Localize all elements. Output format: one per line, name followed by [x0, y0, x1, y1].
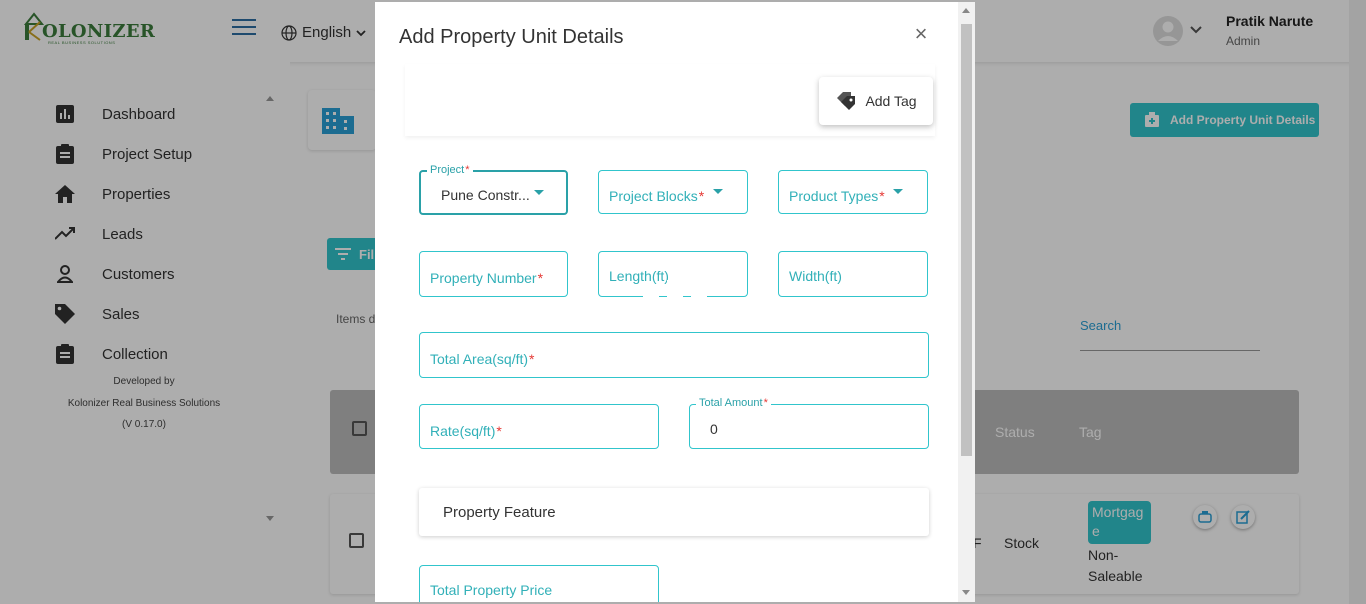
- dropdown-arrow-icon: [893, 189, 903, 194]
- width-input[interactable]: Width(ft): [778, 251, 928, 297]
- total-area-input[interactable]: Total Area(sq/ft) *: [419, 332, 929, 378]
- total-amount-value: 0: [710, 420, 718, 437]
- property-number-input[interactable]: Property Number *: [419, 251, 568, 297]
- property-feature-panel[interactable]: Property Feature: [419, 488, 929, 536]
- rate-placeholder: Rate(sq/ft) *: [430, 422, 502, 439]
- tags-icon: [837, 92, 856, 110]
- dropdown-arrow-icon: [534, 190, 544, 195]
- total-amount-input[interactable]: Total Amount* 0: [689, 397, 929, 449]
- total-area-placeholder: Total Area(sq/ft) *: [430, 351, 535, 367]
- modal-scroll-up[interactable]: [962, 8, 970, 13]
- project-blocks-select[interactable]: Project Blocks *: [598, 170, 748, 214]
- product-types-select[interactable]: Product Types *: [778, 170, 928, 214]
- property-feature-label: Property Feature: [443, 503, 556, 521]
- modal-scroll-down[interactable]: [962, 590, 970, 595]
- width-placeholder: Width(ft): [789, 268, 842, 284]
- rate-input[interactable]: Rate(sq/ft) *: [419, 404, 659, 449]
- modal-scrollbar-thumb[interactable]: [961, 24, 972, 456]
- property-number-placeholder: Property Number *: [430, 270, 544, 286]
- project-blocks-placeholder: Project Blocks *: [609, 188, 705, 204]
- loading-spinner-icon: [643, 277, 707, 327]
- product-types-placeholder: Product Types *: [789, 188, 885, 204]
- project-value: Pune Constr...: [441, 186, 530, 203]
- add-tag-button[interactable]: Add Tag: [819, 77, 933, 125]
- total-property-price-input[interactable]: Total Property Price: [419, 565, 659, 602]
- total-amount-label: Total Amount*: [696, 397, 771, 409]
- total-property-price-placeholder: Total Property Price: [430, 582, 553, 598]
- add-tag-label: Add Tag: [865, 93, 917, 109]
- modal-title: Add Property Unit Details: [399, 26, 624, 48]
- close-icon[interactable]: ×: [911, 23, 931, 45]
- dropdown-arrow-icon: [713, 189, 723, 194]
- project-select[interactable]: Project* Pune Constr...: [419, 164, 568, 215]
